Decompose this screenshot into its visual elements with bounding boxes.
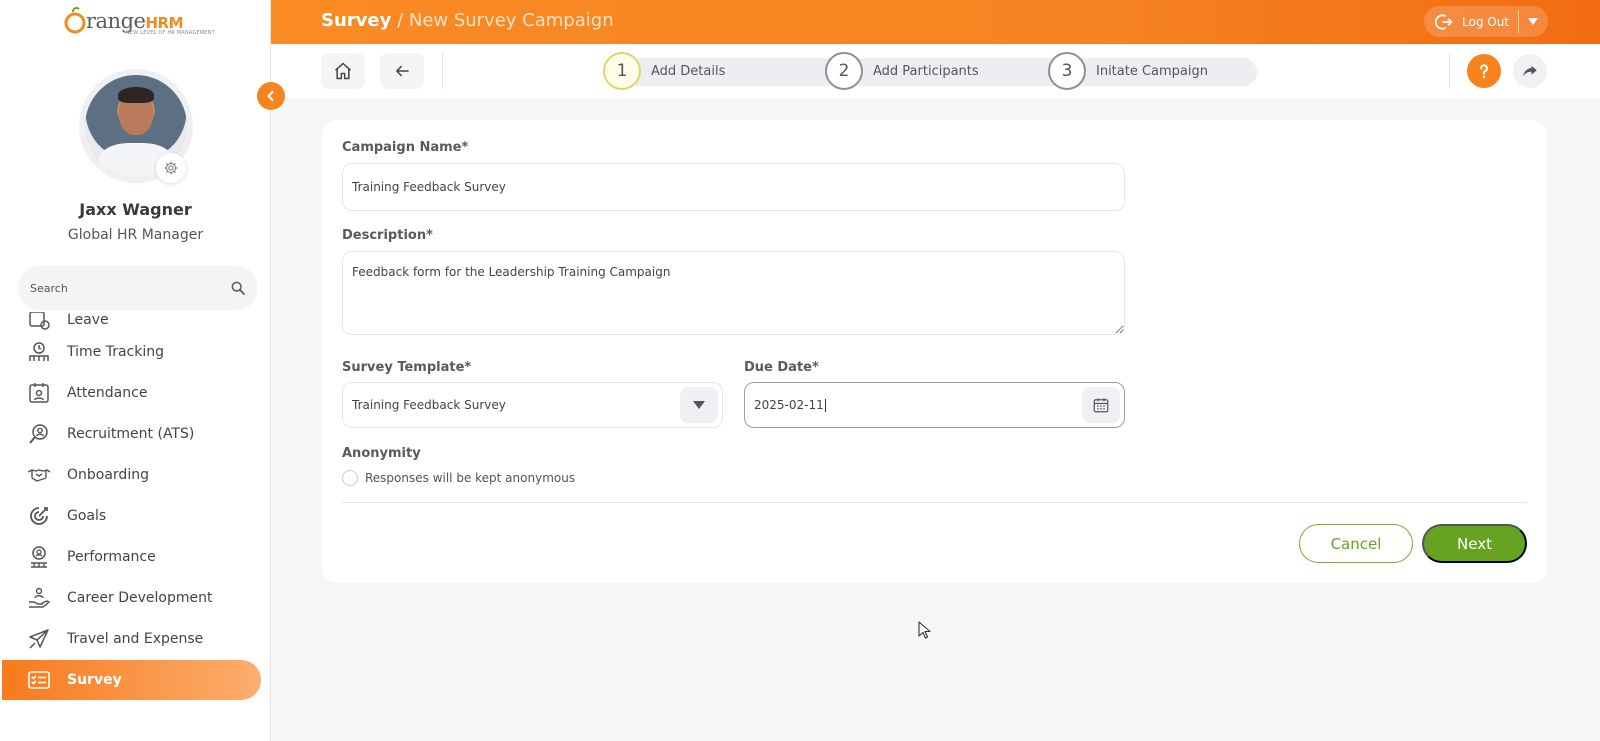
share-button[interactable] [1513,54,1547,88]
user-name: Jaxx Wagner [79,200,192,219]
profile-settings-button[interactable] [156,153,186,183]
sidebar-item-attendance[interactable]: Attendance [2,373,261,413]
description-label: Description* [342,228,433,243]
brand-tagline: NEW LEVEL OF HR MANAGEMENT [126,30,215,36]
sidebar-item-onboarding[interactable]: Onboarding [2,455,261,495]
sidebar-item-time-tracking[interactable]: Time Tracking [2,332,261,372]
step-number: 2 [825,52,863,90]
performance-icon [26,544,52,570]
mouse-pointer-icon [918,621,932,643]
target-icon [26,503,52,529]
user-role: Global HR Manager [67,227,204,243]
plane-icon [26,626,52,652]
calendar-button[interactable] [1082,387,1120,423]
logout-label: Log Out [1462,14,1510,29]
step-add-participants[interactable]: 2 Add Participants [825,52,979,90]
campaign-name-label: Campaign Name* [342,140,469,155]
handshake-icon [26,462,52,488]
step-label: Add Details [651,63,726,79]
sidebar: rangeHRM NEW LEVEL OF HR MANAGEMENT Jaxx… [0,0,271,741]
sidebar-item-label: Career Development [67,590,213,606]
step-add-details[interactable]: 1 Add Details [603,52,725,90]
text-cursor [824,399,826,412]
sidebar-nav: Leave Time Tracking Attendance Recruitme… [0,312,271,741]
step-label: Add Participants [873,63,979,79]
step-number: 3 [1048,52,1086,90]
due-date-input[interactable]: 2025-02-11 [744,382,1125,428]
arrow-left-icon [396,65,409,77]
next-button[interactable]: Next [1422,524,1527,563]
anonymity-label: Anonymity [342,446,421,461]
sidebar-item-performance[interactable]: Performance [2,537,261,577]
divider [342,502,1527,503]
recruitment-icon [26,421,52,447]
page-subtitle: New Survey Campaign [408,10,614,31]
selected-template: Training Feedback Survey [352,398,506,412]
sidebar-item-recruitment[interactable]: Recruitment (ATS) [2,414,261,454]
calendar-icon [1093,398,1109,413]
orange-logo-icon [64,7,86,34]
anonymity-checkbox[interactable] [342,470,358,486]
sidebar-item-career-development[interactable]: Career Development [2,578,261,618]
logout-button[interactable]: Log Out [1424,6,1548,37]
caret-down-icon [693,401,705,409]
caret-down-icon[interactable] [1528,18,1538,26]
survey-template-label: Survey Template* [342,360,472,375]
sidebar-item-label: Time Tracking [67,344,164,360]
divider [1449,53,1450,89]
logout-icon [1435,14,1453,29]
sidebar-item-label: Leave [67,312,109,328]
attendance-icon [26,380,52,406]
sidebar-item-label: Goals [67,508,107,524]
question-icon [1479,64,1488,79]
help-button[interactable] [1467,54,1501,88]
back-button[interactable] [380,53,424,89]
page-title: Survey / New Survey Campaign [321,10,614,31]
sidebar-item-label: Travel and Expense [67,631,204,647]
home-icon [335,62,351,80]
home-button[interactable] [321,53,365,89]
brand-logo[interactable]: rangeHRM NEW LEVEL OF HR MANAGEMENT [64,6,215,40]
leave-icon [26,312,52,333]
survey-template-select[interactable]: Training Feedback Survey [342,382,723,428]
top-bar: Survey / New Survey Campaign Log Out [271,0,1600,44]
anonymity-checkbox-label[interactable]: Responses will be kept anonymous [365,471,575,485]
search-icon[interactable] [230,280,246,296]
sidebar-item-travel-expense[interactable]: Travel and Expense [2,619,261,659]
sidebar-search [18,266,258,310]
time-tracking-icon [26,339,52,365]
chevron-left-icon [267,91,274,101]
sidebar-item-goals[interactable]: Goals [2,496,261,536]
sidebar-item-label: Survey [67,672,122,688]
cancel-button[interactable]: Cancel [1299,524,1413,563]
sidebar-item-label: Onboarding [67,467,149,483]
gear-icon [164,161,178,175]
step-initiate-campaign[interactable]: 3 Initate Campaign [1048,52,1208,90]
share-arrow-icon [1523,65,1537,77]
sidebar-item-label: Recruitment (ATS) [67,426,195,442]
due-date-label: Due Date* [744,360,819,375]
campaign-name-input[interactable] [342,163,1125,211]
collapse-sidebar-button[interactable] [257,82,285,110]
sidebar-item-label: Performance [67,549,156,565]
campaign-form-card: Campaign Name* Description* Feedback for… [322,120,1547,583]
step-number: 1 [603,52,641,90]
sidebar-item-label: Attendance [67,385,148,401]
sidebar-item-survey[interactable]: Survey [2,660,261,700]
description-textarea[interactable]: Feedback form for the Leadership Trainin… [342,251,1125,335]
divider [442,53,443,89]
step-label: Initate Campaign [1096,63,1209,79]
career-icon [26,585,52,611]
toolbar: 1 Add Details 2 Add Participants 3 Inita… [271,44,1600,98]
due-date-value: 2025-02-11 [754,398,824,412]
template-dropdown-button[interactable] [680,387,718,423]
survey-icon [26,667,52,693]
search-input[interactable] [30,281,230,295]
